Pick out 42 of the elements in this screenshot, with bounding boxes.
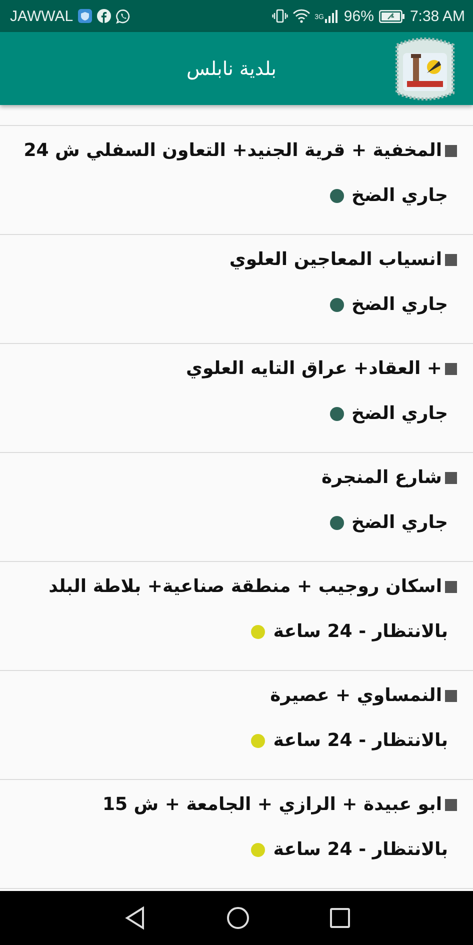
status-text: بالانتظار - 24 ساعة — [273, 621, 448, 642]
status-text: جاري الضخ — [352, 185, 448, 206]
status-text: جاري الضخ — [352, 294, 448, 315]
vibrate-icon — [272, 9, 288, 23]
app-title: بلدية نابلس — [186, 58, 276, 80]
square-bullet-icon — [445, 472, 457, 484]
status-text: جاري الضخ — [352, 403, 448, 424]
whatsapp-icon — [116, 8, 132, 24]
area-name: المخفية + قرية الجنيد+ التعاون السفلي ش 24 — [24, 140, 442, 161]
square-bullet-icon — [445, 690, 457, 702]
area-name: ابو عبيدة + الرازي + الجامعة + ش 15 — [102, 794, 442, 815]
area-name: اسكان روجيب + منطقة صناعية+ بلاطة البلد — [48, 576, 442, 597]
list-item[interactable]: ابو عبيدة + الرازي + الجامعة + ش 15 بالانتظار - 24 ساعة — [0, 780, 473, 889]
status-text: جاري الضخ — [352, 512, 448, 533]
list-item[interactable]: شارع المنجرة جاري الضخ — [0, 453, 473, 562]
list-item[interactable]: انسياب المعاجين العلوي جاري الضخ — [0, 235, 473, 344]
list-item[interactable]: اسكان روجيب + منطقة صناعية+ بلاطة البلد بالانتظار - 24 ساعة — [0, 562, 473, 671]
square-bullet-icon — [445, 798, 457, 810]
square-bullet-icon — [445, 144, 457, 156]
list-item[interactable]: المخفية + قرية الجنيد+ التعاون السفلي ش 24 جاري الضخ — [0, 126, 473, 235]
list-item[interactable]: + العقاد+ عراق التايه العلوي جاري الضخ — [0, 344, 473, 453]
area-name: شارع المنجرة — [321, 467, 442, 488]
status-text: بالانتظار - 24 ساعة — [273, 839, 448, 860]
facebook-icon — [97, 9, 112, 23]
battery-percent: 96% — [344, 8, 374, 24]
area-name: انسياب المعاجين العلوي — [229, 249, 442, 270]
list-item[interactable]: النمساوي + عصيرة بالانتظار - 24 ساعة — [0, 671, 473, 780]
carrier-name: JAWWAL — [10, 8, 74, 24]
area-name: النمساوي + عصيرة — [270, 685, 442, 706]
recents-icon[interactable] — [330, 908, 350, 928]
home-icon[interactable] — [226, 906, 250, 930]
clock-time: 7:38 AM — [410, 8, 465, 24]
square-bullet-icon — [445, 580, 457, 592]
square-bullet-icon — [445, 254, 457, 266]
back-icon[interactable] — [124, 906, 146, 930]
wifi-icon — [292, 9, 310, 23]
square-bullet-icon — [445, 362, 457, 374]
battery-icon — [378, 10, 405, 22]
signal-icon — [324, 10, 339, 22]
status-text: بالانتظار - 24 ساعة — [273, 730, 448, 751]
area-name: + العقاد+ عراق التايه العلوي — [186, 358, 442, 379]
shield-icon — [78, 9, 92, 23]
